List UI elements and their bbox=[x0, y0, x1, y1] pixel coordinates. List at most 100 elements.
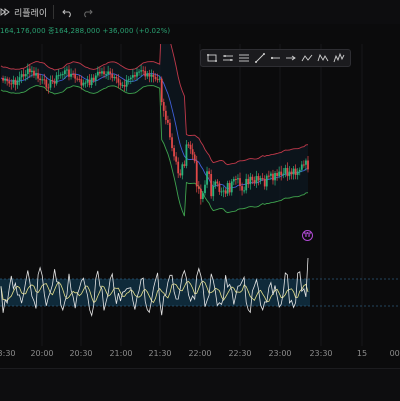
candle-body bbox=[96, 71, 99, 76]
candle-body bbox=[220, 191, 223, 193]
event-marker[interactable]: ₩ bbox=[302, 230, 313, 241]
trendline-icon bbox=[254, 53, 265, 63]
candle-body bbox=[6, 78, 9, 82]
candle-body bbox=[111, 74, 114, 78]
time-tick: 20:30 bbox=[69, 349, 93, 358]
candle-body bbox=[45, 79, 48, 88]
candle-body bbox=[57, 75, 60, 77]
elliott-wave-tool[interactable] bbox=[333, 52, 345, 64]
candle-body bbox=[61, 74, 64, 76]
candle-body bbox=[270, 173, 272, 176]
candle-body bbox=[251, 176, 254, 181]
candle-body bbox=[179, 173, 182, 176]
time-tick: 23:00 bbox=[268, 349, 292, 358]
candle-body bbox=[12, 79, 15, 84]
price-chart[interactable] bbox=[0, 44, 400, 350]
candle-body bbox=[241, 186, 243, 191]
candle-body bbox=[162, 102, 165, 111]
candle-body bbox=[294, 168, 297, 175]
candle-body bbox=[171, 137, 173, 149]
horizontal-ray-icon bbox=[271, 56, 281, 60]
candle-body bbox=[199, 188, 202, 200]
time-tick: 21:00 bbox=[109, 349, 133, 358]
candle-body bbox=[210, 173, 213, 197]
candle-body bbox=[74, 73, 77, 79]
candle-body bbox=[72, 73, 75, 75]
candle-body bbox=[257, 176, 260, 181]
candle-body bbox=[156, 79, 159, 81]
candle-body bbox=[66, 69, 68, 71]
candle-body bbox=[49, 80, 52, 88]
xabcd-tool[interactable] bbox=[317, 52, 329, 64]
candle-body bbox=[26, 68, 29, 75]
arrow-tool[interactable] bbox=[285, 52, 297, 64]
horizontal-ray-tool[interactable] bbox=[269, 52, 281, 64]
candle-body bbox=[131, 75, 134, 78]
time-axis: 23:30 20:00 20:30 21:00 21:30 22:00 22:3… bbox=[0, 346, 400, 362]
candle-body bbox=[212, 185, 215, 197]
candle-body bbox=[68, 69, 70, 77]
candle-body bbox=[92, 77, 95, 81]
candle-body bbox=[148, 73, 151, 77]
drawing-toolbar bbox=[200, 49, 351, 67]
parallel-channel-tool[interactable] bbox=[222, 52, 234, 64]
bollinger-fill bbox=[1, 44, 308, 217]
time-tick: 22:00 bbox=[188, 349, 212, 358]
candle-body bbox=[249, 176, 252, 185]
candle-body bbox=[208, 171, 211, 174]
candle-body bbox=[33, 70, 35, 76]
candle-body bbox=[47, 87, 50, 89]
candle-body bbox=[59, 74, 62, 76]
candle-body bbox=[37, 73, 39, 79]
rectangle-select-tool[interactable] bbox=[206, 52, 218, 64]
candle-body bbox=[245, 178, 248, 191]
candle-body bbox=[263, 178, 266, 187]
candle-body bbox=[276, 173, 278, 177]
candle-body bbox=[274, 173, 276, 181]
candle-body bbox=[63, 70, 66, 75]
candle-body bbox=[228, 183, 231, 193]
candle-body bbox=[86, 79, 89, 83]
candle-body bbox=[164, 110, 167, 120]
elliott-wave-icon bbox=[333, 52, 345, 63]
candle-body bbox=[158, 78, 161, 80]
candle-body bbox=[144, 70, 147, 77]
candle-body bbox=[202, 193, 204, 200]
replay-button[interactable]: 리플레이 bbox=[0, 6, 47, 19]
replay-label: 리플레이 bbox=[14, 8, 48, 19]
candle-body bbox=[272, 173, 274, 181]
candle-body bbox=[154, 77, 157, 80]
candle-body bbox=[169, 122, 171, 138]
candle-body bbox=[224, 190, 227, 194]
redo-icon bbox=[83, 9, 93, 17]
regression-channel-icon bbox=[238, 54, 249, 62]
candle-body bbox=[125, 80, 128, 87]
candle-body bbox=[8, 81, 11, 84]
undo-button[interactable] bbox=[60, 5, 74, 19]
candle-body bbox=[84, 82, 87, 84]
candle-body bbox=[20, 74, 23, 78]
candle-body bbox=[4, 78, 7, 81]
zigzag-tool[interactable] bbox=[301, 52, 313, 64]
time-tick: 22:30 bbox=[228, 349, 252, 358]
candle-body bbox=[16, 80, 19, 85]
redo-button[interactable] bbox=[80, 5, 94, 19]
candle-body bbox=[253, 180, 256, 184]
candle-body bbox=[43, 79, 46, 81]
candle-body bbox=[138, 71, 140, 73]
candle-body bbox=[55, 75, 58, 84]
replay-icon bbox=[0, 8, 10, 16]
candle-body bbox=[105, 74, 107, 76]
trendline-tool[interactable] bbox=[254, 52, 266, 64]
candle-body bbox=[234, 179, 237, 181]
candle-body bbox=[300, 164, 303, 170]
candle-body bbox=[206, 171, 208, 185]
toolbar-divider bbox=[53, 5, 55, 19]
candle-body bbox=[189, 144, 192, 150]
candle-body bbox=[160, 78, 163, 103]
time-tick: 23:30 bbox=[309, 349, 333, 358]
regression-channel-tool[interactable] bbox=[238, 52, 250, 64]
candle-body bbox=[284, 167, 287, 174]
candle-body bbox=[166, 119, 169, 123]
candle-body bbox=[280, 171, 283, 176]
